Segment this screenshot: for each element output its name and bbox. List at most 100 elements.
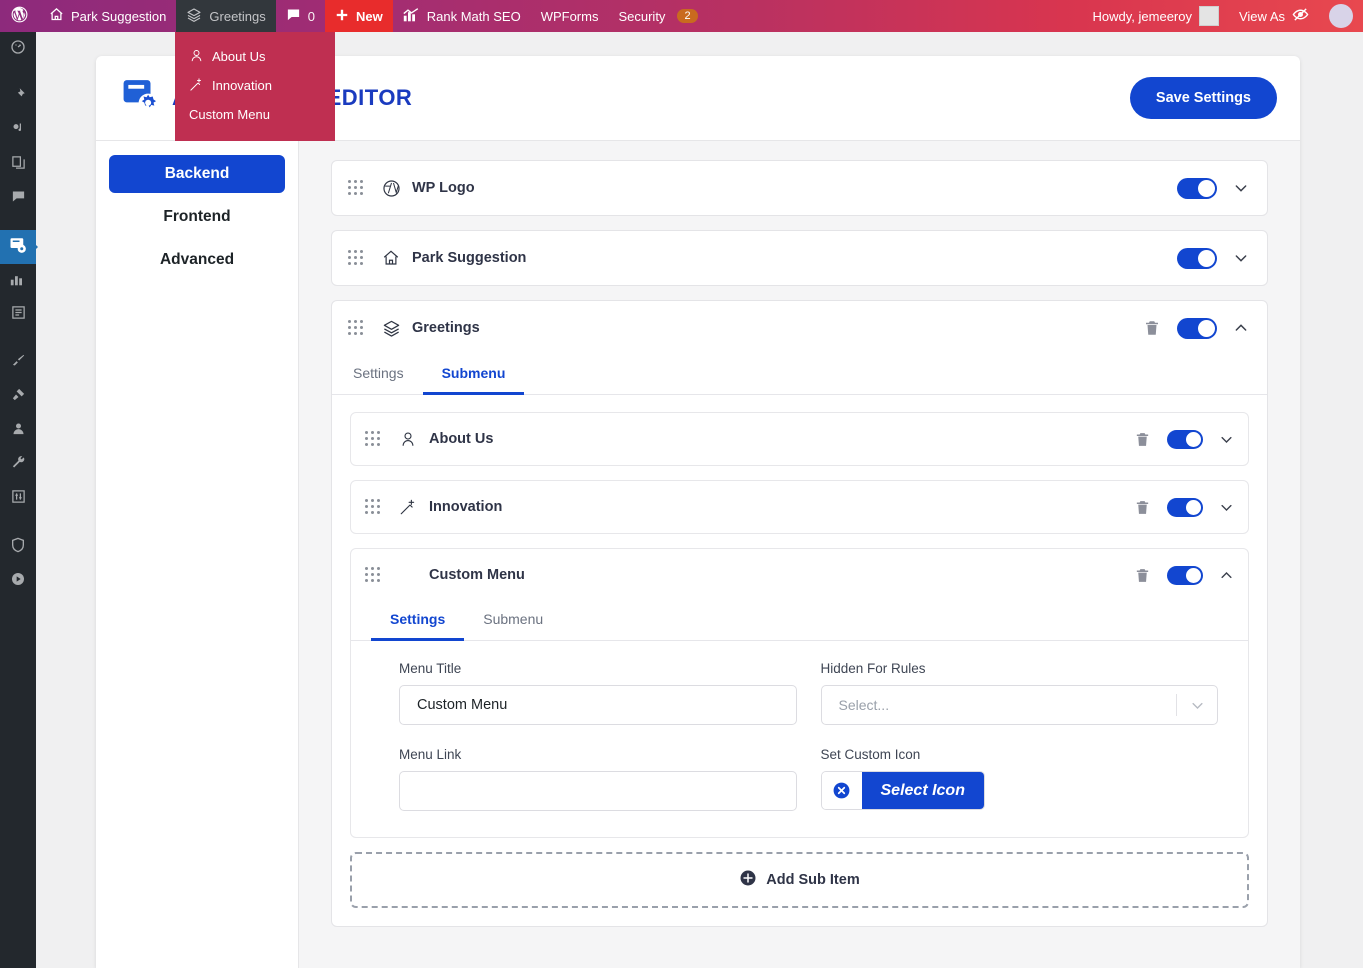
layers-icon [186, 7, 202, 26]
sidebar-divider [0, 332, 36, 346]
sidebar-item-dashboard[interactable] [0, 32, 36, 66]
dropdown-item-custom-menu[interactable]: Custom Menu [175, 100, 335, 129]
side-tab-advanced[interactable]: Advanced [109, 241, 285, 279]
delete-icon[interactable] [1143, 319, 1161, 337]
sidebar-divider [0, 66, 36, 80]
drag-handle-icon[interactable] [365, 499, 383, 515]
adminbar-wp-logo[interactable] [0, 0, 39, 32]
side-tabs: Backend Frontend Advanced [96, 141, 299, 968]
drag-handle-icon[interactable] [365, 431, 383, 447]
chevron-up-icon[interactable] [1219, 568, 1234, 583]
drag-handle-icon[interactable] [365, 567, 383, 583]
delete-icon[interactable] [1134, 567, 1151, 584]
enable-toggle[interactable] [1177, 317, 1217, 339]
settings-form: Menu Title Hidden For Rules Select... [399, 661, 1218, 811]
submenu-item-row[interactable]: About Us [351, 413, 1248, 465]
menu-title-label: Menu Title [399, 661, 462, 676]
adminbar-view-as[interactable]: View As [1229, 0, 1319, 32]
sidebar-item-media-player[interactable] [0, 564, 36, 598]
chevron-up-icon[interactable] [1233, 320, 1249, 336]
sidebar-item-posts[interactable] [0, 80, 36, 114]
menu-item-row[interactable]: WP Logo [332, 161, 1267, 215]
custom-menu-settings-panel: Menu Title Hidden For Rules Select... [351, 641, 1248, 837]
adminbar-user-avatar[interactable] [1319, 0, 1363, 32]
add-sub-item-button[interactable]: Add Sub Item [350, 852, 1249, 908]
drag-handle-icon[interactable] [348, 250, 366, 266]
dropdown-label: Custom Menu [189, 107, 270, 122]
chevron-down-icon[interactable] [1219, 500, 1234, 515]
sidebar-item-security[interactable] [0, 530, 36, 564]
sidebar-item-plugins[interactable] [0, 380, 36, 414]
select-icon-button[interactable]: Select Icon [861, 772, 984, 809]
hidden-for-rules-select[interactable]: Select... [820, 685, 1218, 725]
menu-item-row[interactable]: Greetings [332, 301, 1267, 355]
chevron-down-icon[interactable] [1233, 250, 1249, 266]
enable-toggle[interactable] [1177, 177, 1217, 199]
adminbar-site-name[interactable]: Park Suggestion [39, 0, 176, 32]
adminbar-rank-math[interactable]: Rank Math SEO [393, 0, 531, 32]
pages-icon [11, 155, 26, 175]
save-settings-button[interactable]: Save Settings [1129, 77, 1277, 119]
chevron-down-icon[interactable] [1219, 432, 1234, 447]
adminbar-howdy[interactable]: Howdy, jemeeroy [1083, 0, 1229, 32]
hidden-for-rules-label: Hidden For Rules [820, 661, 926, 676]
chevron-down-icon[interactable] [1233, 180, 1249, 196]
sidebar-item-settings[interactable] [0, 482, 36, 516]
adminbar-new-button[interactable]: New [325, 0, 393, 32]
tab-submenu[interactable]: Submenu [422, 355, 525, 395]
avatar [1198, 6, 1219, 26]
drag-handle-icon[interactable] [348, 320, 366, 336]
dashboard-icon [10, 39, 26, 60]
tools-icon [11, 455, 26, 475]
delete-icon[interactable] [1134, 499, 1151, 516]
enable-toggle[interactable] [1167, 565, 1203, 585]
adminbar-security[interactable]: Security 2 [608, 0, 707, 32]
chevron-down-icon[interactable] [1177, 698, 1217, 713]
tab-settings[interactable]: Settings [334, 355, 423, 395]
side-tab-backend[interactable]: Backend [109, 155, 285, 193]
security-badge: 2 [677, 9, 698, 23]
sidebar-item-admin-menu-editor[interactable] [0, 230, 38, 264]
dropdown-item-about-us[interactable]: About Us [175, 42, 335, 71]
enable-toggle[interactable] [1167, 429, 1203, 449]
enable-toggle[interactable] [1177, 247, 1217, 269]
submenu-item-label: About Us [429, 431, 494, 447]
sidebar-item-tools[interactable] [0, 448, 36, 482]
menu-title-input[interactable] [399, 685, 797, 725]
select-icon-control[interactable]: Select Icon [820, 771, 985, 810]
delete-icon[interactable] [1134, 431, 1151, 448]
wp-admin-bar: Park Suggestion Greetings 0 New Rank Mat… [0, 0, 1363, 32]
tab-submenu[interactable]: Submenu [464, 601, 562, 641]
sidebar-item-users[interactable] [0, 414, 36, 448]
tab-settings[interactable]: Settings [371, 601, 465, 641]
adminbar-wpforms[interactable]: WPForms [531, 0, 609, 32]
submenu-item-row[interactable]: Innovation [351, 481, 1248, 533]
clear-icon[interactable] [821, 772, 862, 809]
select-placeholder: Select... [838, 697, 890, 713]
submenu-item-row[interactable]: Custom Menu [351, 549, 1248, 601]
sidebar-item-pages[interactable] [0, 148, 36, 182]
sidebar-item-appearance[interactable] [0, 346, 36, 380]
menu-link-label: Menu Link [399, 747, 462, 762]
adminbar-greetings[interactable]: Greetings [176, 0, 276, 32]
forms-icon [11, 305, 26, 325]
sidebar-item-forms[interactable] [0, 298, 36, 332]
sidebar-item-analytics[interactable] [0, 264, 36, 298]
menu-item-row[interactable]: Park Suggestion [332, 231, 1267, 285]
drag-handle-icon[interactable] [348, 180, 366, 196]
enable-toggle[interactable] [1167, 497, 1203, 517]
sidebar-item-comments[interactable] [0, 182, 36, 216]
menu-link-input[interactable] [399, 771, 797, 811]
brush-icon [11, 353, 26, 373]
chart-bars-icon [403, 7, 420, 25]
menu-item-label: Greetings [412, 320, 480, 336]
adminbar-comments[interactable]: 0 [276, 0, 325, 32]
menu-item-card: Park Suggestion [331, 230, 1268, 286]
adminbar-spacer [708, 0, 1083, 32]
dropdown-label: About Us [212, 49, 266, 64]
dropdown-item-innovation[interactable]: Innovation [175, 71, 335, 100]
side-tab-frontend[interactable]: Frontend [109, 198, 285, 236]
admin-menu-editor-icon [9, 236, 27, 259]
menu-item-label: WP Logo [412, 180, 475, 196]
sidebar-item-media[interactable] [0, 114, 36, 148]
